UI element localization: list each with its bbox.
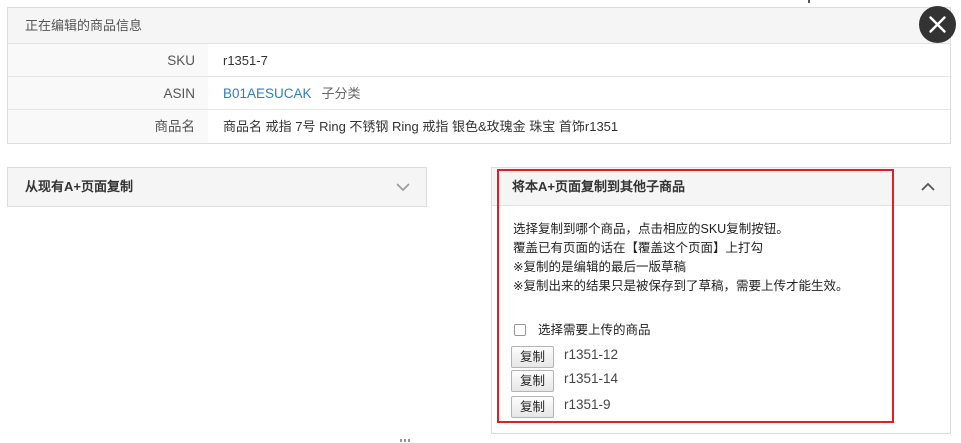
product-info-panel: 正在编辑的商品信息 SKU r1351-7 ASIN B01AESUCAK 子分类… — [7, 7, 951, 144]
asin-label: ASIN — [8, 77, 208, 109]
asin-link[interactable]: B01AESUCAK — [223, 86, 312, 101]
bottom-edge-dots — [400, 439, 412, 442]
sku-value: r1351-7 — [223, 53, 268, 68]
copy-to-header[interactable]: 将本A+页面复制到其他子商品 — [492, 168, 950, 206]
copy-from-existing-title: 从现有A+页面复制 — [25, 179, 133, 194]
product-info-header: 正在编辑的商品信息 — [8, 8, 950, 44]
top-edge-mark — [808, 0, 810, 3]
copy-button[interactable]: 复制 — [511, 370, 554, 392]
target-sku: r1351-9 — [564, 397, 611, 412]
instruction-line: 覆盖已有页面的话在【覆盖这个页面】上打勾 — [513, 241, 764, 255]
copy-instructions: 选择复制到哪个商品，点击相应的SKU复制按钮。 覆盖已有页面的话在【覆盖这个页面… — [513, 220, 848, 296]
close-icon — [929, 16, 946, 33]
copy-button[interactable]: 复制 — [511, 396, 554, 418]
product-name-row: 商品名 商品名 戒指 7号 Ring 不锈钢 Ring 戒指 银色&玫瑰金 珠宝… — [8, 110, 950, 143]
copy-to-subproducts-panel: 将本A+页面复制到其他子商品 选择复制到哪个商品，点击相应的SKU复制按钮。 覆… — [491, 167, 951, 434]
copy-to-title: 将本A+页面复制到其他子商品 — [512, 179, 685, 194]
copy-from-existing-panel[interactable]: 从现有A+页面复制 — [7, 167, 427, 207]
select-upload-label: 选择需要上传的商品 — [538, 323, 651, 337]
instruction-line: ※复制的是编辑的最后一版草稿 — [513, 260, 686, 274]
asin-row: ASIN B01AESUCAK 子分类 — [8, 77, 950, 110]
instruction-line: 选择复制到哪个商品，点击相应的SKU复制按钮。 — [513, 222, 789, 236]
asin-value-group: B01AESUCAK 子分类 — [223, 77, 361, 110]
close-button[interactable] — [919, 6, 956, 43]
instruction-line: ※复制出来的结果只是被保存到了草稿，需要上传才能生效。 — [513, 279, 849, 293]
product-name-value: 商品名 戒指 7号 Ring 不锈钢 Ring 戒指 银色&玫瑰金 珠宝 首饰r… — [223, 119, 619, 134]
copy-button[interactable]: 复制 — [511, 346, 554, 368]
select-upload-checkbox[interactable] — [514, 324, 526, 336]
product-name-label: 商品名 — [8, 110, 208, 143]
asin-subcategory-tag: 子分类 — [321, 86, 361, 101]
chevron-up-icon[interactable] — [920, 181, 936, 193]
target-sku: r1351-12 — [564, 347, 619, 362]
target-sku: r1351-14 — [564, 371, 619, 386]
sku-row: SKU r1351-7 — [8, 44, 950, 77]
sku-label: SKU — [8, 44, 208, 76]
chevron-down-icon[interactable] — [395, 181, 411, 193]
